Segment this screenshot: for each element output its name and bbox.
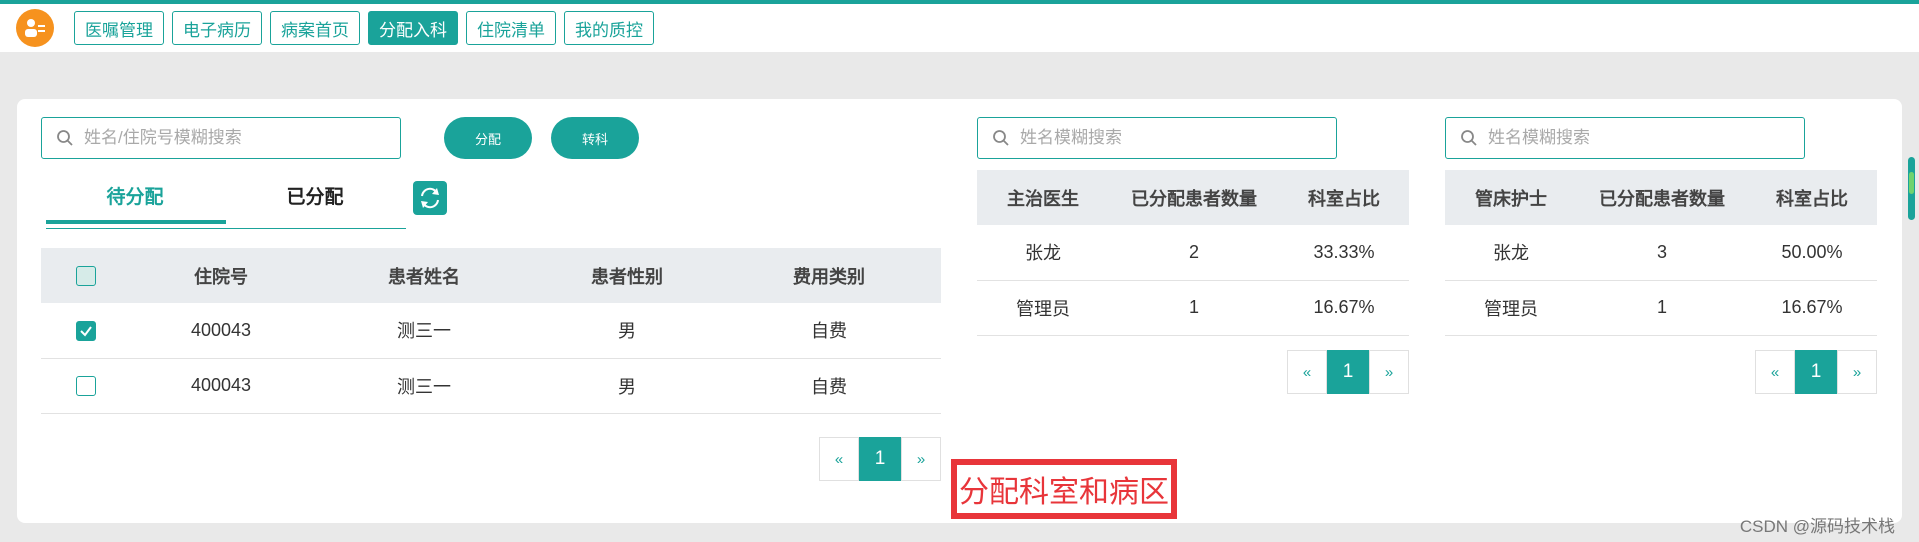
col-assigned-count: 已分配患者数量 xyxy=(1109,170,1279,225)
cell-ratio: 50.00% xyxy=(1747,225,1877,281)
tab-inpatient-list[interactable]: 住院清单 xyxy=(466,11,556,45)
patient-table: 住院号 患者姓名 患者性别 费用类别 400043 测三一 男 自费 40004… xyxy=(41,248,941,414)
nurse-search-input[interactable] xyxy=(1488,128,1748,148)
nurse-pagination: « 1 » xyxy=(1755,350,1877,394)
table-row[interactable]: 张龙 3 50.00% xyxy=(1445,225,1877,281)
next-page-button[interactable]: » xyxy=(1369,350,1409,394)
refresh-icon xyxy=(421,187,439,209)
check-icon xyxy=(80,326,92,337)
refresh-button[interactable] xyxy=(413,181,447,215)
annotation-label: 分配科室和病区 xyxy=(951,459,1177,519)
patient-search-box[interactable] xyxy=(41,117,401,159)
page-1-button[interactable]: 1 xyxy=(1795,350,1837,394)
table-header-row: 住院号 患者姓名 患者性别 费用类别 xyxy=(41,248,941,303)
select-all-checkbox[interactable] xyxy=(76,266,96,287)
tab-orders[interactable]: 医嘱管理 xyxy=(74,11,164,45)
page-1-button[interactable]: 1 xyxy=(859,437,901,481)
assign-button[interactable]: 分配 xyxy=(444,117,532,159)
prev-page-button[interactable]: « xyxy=(1287,350,1327,394)
scrollbar-thumb[interactable] xyxy=(1909,172,1914,194)
cell-count: 2 xyxy=(1109,225,1279,281)
search-icon xyxy=(1461,130,1477,146)
cell-admission-no: 400043 xyxy=(131,358,311,414)
doctor-search-box[interactable] xyxy=(977,117,1337,159)
prev-page-button[interactable]: « xyxy=(819,437,859,481)
patient-search-input[interactable] xyxy=(84,128,344,148)
tab-my-quality-control[interactable]: 我的质控 xyxy=(564,11,654,45)
table-header-row: 管床护士 已分配患者数量 科室占比 xyxy=(1445,170,1877,225)
cell-gender: 男 xyxy=(537,358,717,414)
table-row[interactable]: 管理员 1 16.67% xyxy=(977,280,1409,336)
active-tab-indicator xyxy=(46,220,226,224)
nurse-search-box[interactable] xyxy=(1445,117,1805,159)
search-icon xyxy=(57,130,73,146)
cell-nurse-name: 张龙 xyxy=(1445,225,1577,281)
col-dept-ratio: 科室占比 xyxy=(1747,170,1877,225)
patient-pagination: « 1 » xyxy=(819,437,941,481)
next-page-button[interactable]: » xyxy=(1837,350,1877,394)
user-logo-icon[interactable] xyxy=(16,9,54,47)
col-attending-doctor: 主治医生 xyxy=(977,170,1109,225)
row-checkbox[interactable] xyxy=(76,376,96,397)
cell-patient-name: 测三一 xyxy=(311,358,537,414)
col-dept-ratio: 科室占比 xyxy=(1279,170,1409,225)
watermark: CSDN @源码技术栈 xyxy=(1739,517,1895,536)
col-assigned-count: 已分配患者数量 xyxy=(1577,170,1747,225)
nurse-table: 管床护士 已分配患者数量 科室占比 张龙 3 50.00% 管理员 1 16.6… xyxy=(1445,170,1877,336)
table-row[interactable]: 管理员 1 16.67% xyxy=(1445,280,1877,336)
next-page-button[interactable]: » xyxy=(901,437,941,481)
cell-doctor-name: 张龙 xyxy=(977,225,1109,281)
tab-assign-admission[interactable]: 分配入科 xyxy=(368,11,458,45)
top-navbar: 医嘱管理 电子病历 病案首页 分配入科 住院清单 我的质控 xyxy=(0,4,1919,52)
doctor-table: 主治医生 已分配患者数量 科室占比 张龙 2 33.33% 管理员 1 16.6… xyxy=(977,170,1409,336)
cell-ratio: 16.67% xyxy=(1279,280,1409,336)
cell-count: 1 xyxy=(1577,280,1747,336)
cell-count: 3 xyxy=(1577,225,1747,281)
tab-pending[interactable]: 待分配 xyxy=(46,176,224,220)
tab-divider xyxy=(46,228,406,229)
cell-gender: 男 xyxy=(537,303,717,359)
table-row[interactable]: 400043 测三一 男 自费 xyxy=(41,303,941,359)
page-1-button[interactable]: 1 xyxy=(1327,350,1369,394)
cell-ratio: 33.33% xyxy=(1279,225,1409,281)
cell-patient-name: 测三一 xyxy=(311,303,537,359)
table-row[interactable]: 张龙 2 33.33% xyxy=(977,225,1409,281)
cell-admission-no: 400043 xyxy=(131,303,311,359)
table-header-row: 主治医生 已分配患者数量 科室占比 xyxy=(977,170,1409,225)
cell-ratio: 16.67% xyxy=(1747,280,1877,336)
row-checkbox[interactable] xyxy=(76,320,96,341)
cell-doctor-name: 管理员 xyxy=(977,280,1109,336)
doctor-search-input[interactable] xyxy=(1020,128,1280,148)
col-fee-type: 费用类别 xyxy=(717,248,941,303)
cell-fee-type: 自费 xyxy=(717,303,941,359)
tab-assigned[interactable]: 已分配 xyxy=(226,176,404,220)
search-icon xyxy=(993,130,1009,146)
tab-case-front-page[interactable]: 病案首页 xyxy=(270,11,360,45)
prev-page-button[interactable]: « xyxy=(1755,350,1795,394)
tab-emr[interactable]: 电子病历 xyxy=(172,11,262,45)
doctor-pagination: « 1 » xyxy=(1287,350,1409,394)
col-patient-gender: 患者性别 xyxy=(537,248,717,303)
cell-count: 1 xyxy=(1109,280,1279,336)
transfer-dept-button[interactable]: 转科 xyxy=(551,117,639,159)
cell-fee-type: 自费 xyxy=(717,358,941,414)
table-row[interactable]: 400043 测三一 男 自费 xyxy=(41,358,941,414)
col-bed-nurse: 管床护士 xyxy=(1445,170,1577,225)
col-admission-no: 住院号 xyxy=(131,248,311,303)
cell-nurse-name: 管理员 xyxy=(1445,280,1577,336)
col-patient-name: 患者姓名 xyxy=(311,248,537,303)
